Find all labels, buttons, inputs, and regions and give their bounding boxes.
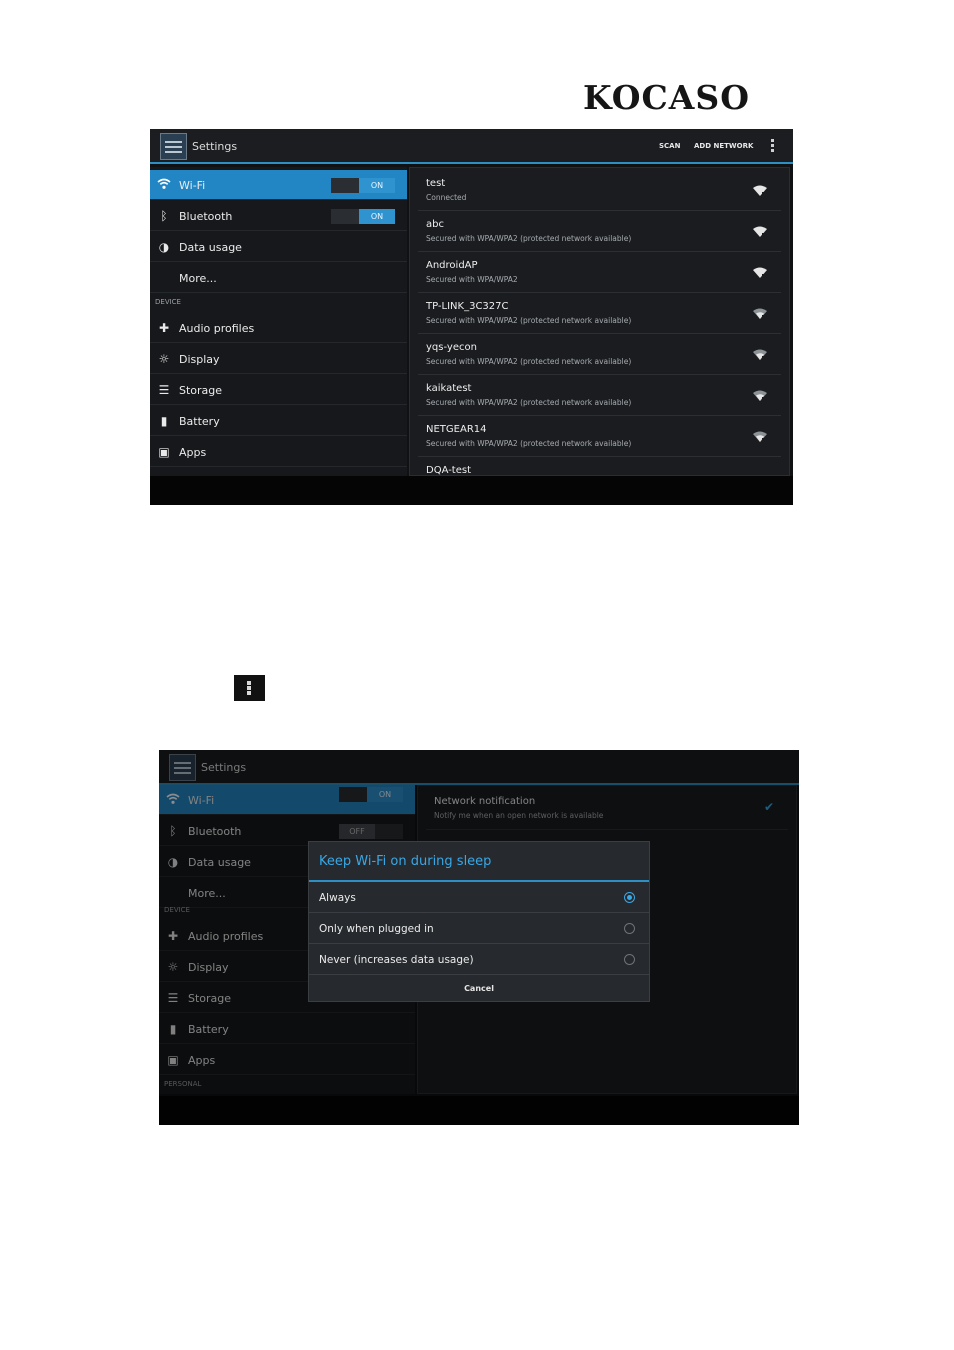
nav-item-audio-profiles[interactable]: ✚ Audio profiles: [150, 313, 407, 343]
dialog-title: Keep Wi-Fi on during sleep: [319, 854, 492, 869]
wifi-icon: [157, 178, 171, 192]
network-name: AndroidAP: [426, 260, 478, 271]
wifi-signal-lock-icon: [753, 185, 767, 196]
radio-selected-icon[interactable]: [624, 892, 635, 903]
nav-item-display[interactable]: ☼ Display: [150, 344, 407, 374]
network-item[interactable]: yqs-yecon Secured with WPA/WPA2 (protect…: [418, 334, 781, 375]
network-name: yqs-yecon: [426, 342, 477, 353]
network-name: kaikatest: [426, 383, 472, 394]
radio-unselected-icon[interactable]: [624, 923, 635, 934]
nav-item-data-usage[interactable]: ◑ Data usage: [150, 232, 407, 262]
bluetooth-icon: ᛒ: [160, 209, 168, 223]
section-header-device: DEVICE: [155, 298, 181, 306]
wifi-sleep-dialog-screenshot: Settings Wi-Fi ON ᛒ Bluetooth OFF ◑ Data…: [159, 750, 799, 1125]
dialog-option-label: Only when plugged in: [319, 923, 434, 935]
nav-label-battery: Battery: [179, 415, 220, 428]
cancel-button[interactable]: Cancel: [309, 975, 649, 1003]
data-usage-icon: ◑: [158, 240, 170, 254]
nav-label-bluetooth: Bluetooth: [179, 210, 233, 223]
network-status: Secured with WPA/WPA2 (protected network…: [426, 316, 632, 325]
network-status: Connected: [426, 193, 467, 202]
settings-nav: Wi-Fi ON ᛒ Bluetooth ON ◑ Data usage Mor…: [150, 167, 407, 476]
wifi-signal-lock-icon: [753, 431, 767, 442]
wifi-signal-lock-icon: [753, 226, 767, 237]
network-item[interactable]: kaikatest Secured with WPA/WPA2 (protect…: [418, 375, 781, 416]
nav-label-more: More...: [179, 272, 217, 285]
dialog-option-always[interactable]: Always: [309, 882, 649, 913]
network-item[interactable]: DQA-test: [418, 457, 781, 475]
dialog-option-label: Always: [319, 892, 356, 904]
wifi-signal-lock-icon: [753, 390, 767, 401]
network-name: DQA-test: [426, 465, 472, 475]
system-navigation-bar: [150, 476, 793, 505]
network-status: Secured with WPA/WPA2 (protected network…: [426, 398, 632, 407]
dialog-option-plugged-in[interactable]: Only when plugged in: [309, 913, 649, 944]
network-status: Secured with WPA/WPA2 (protected network…: [426, 234, 632, 243]
nav-item-storage[interactable]: ☰ Storage: [150, 375, 407, 405]
radio-unselected-icon[interactable]: [624, 954, 635, 965]
network-name: abc: [426, 219, 444, 230]
menu-key-icon: [234, 675, 265, 701]
wifi-signal-lock-icon: [753, 267, 767, 278]
add-network-button[interactable]: ADD NETWORK: [694, 142, 753, 150]
nav-label-storage: Storage: [179, 384, 223, 397]
battery-icon: ▮: [160, 414, 168, 428]
action-bar-title: Settings: [192, 140, 238, 153]
audio-profiles-icon: ✚: [158, 321, 170, 335]
nav-item-wifi[interactable]: Wi-Fi ON: [150, 170, 407, 200]
network-name: TP-LINK_3C327C: [426, 301, 509, 312]
network-item[interactable]: AndroidAP Secured with WPA/WPA2: [418, 252, 781, 293]
apps-icon: ▣: [158, 445, 170, 459]
network-list: test Connected abc Secured with WPA/WPA2…: [409, 167, 790, 476]
network-status: Secured with WPA/WPA2: [426, 275, 518, 284]
wifi-settings-screenshot: Settings SCAN ADD NETWORK Wi-Fi ON ᛒ Blu…: [150, 129, 793, 505]
nav-label-data-usage: Data usage: [179, 241, 242, 254]
nav-item-bluetooth[interactable]: ᛒ Bluetooth ON: [150, 201, 407, 231]
wifi-signal-lock-icon: [753, 349, 767, 360]
wifi-toggle[interactable]: ON: [331, 178, 395, 193]
network-item[interactable]: TP-LINK_3C327C Secured with WPA/WPA2 (pr…: [418, 293, 781, 334]
dialog-option-never[interactable]: Never (increases data usage): [309, 944, 649, 975]
network-name: test: [426, 178, 446, 189]
storage-icon: ☰: [158, 383, 170, 397]
network-status: Secured with WPA/WPA2 (protected network…: [426, 439, 632, 448]
bluetooth-toggle[interactable]: ON: [331, 209, 395, 224]
network-status: Secured with WPA/WPA2 (protected network…: [426, 357, 632, 366]
display-icon: ☼: [158, 352, 170, 366]
settings-app-icon[interactable]: [160, 133, 187, 160]
nav-label-wifi: Wi-Fi: [179, 179, 206, 192]
keep-wifi-on-dialog: Keep Wi-Fi on during sleep Always Only w…: [308, 841, 650, 1002]
dialog-option-label: Never (increases data usage): [319, 954, 474, 966]
action-bar: Settings SCAN ADD NETWORK: [150, 129, 793, 164]
wifi-signal-lock-icon: [753, 308, 767, 319]
network-item[interactable]: NETGEAR14 Secured with WPA/WPA2 (protect…: [418, 416, 781, 457]
kocaso-logo: KOCASO: [583, 78, 750, 117]
nav-item-more[interactable]: More...: [150, 263, 407, 293]
nav-item-battery[interactable]: ▮ Battery: [150, 406, 407, 436]
nav-label-display: Display: [179, 353, 220, 366]
nav-item-apps[interactable]: ▣ Apps: [150, 437, 407, 467]
scan-button[interactable]: SCAN: [659, 142, 680, 150]
nav-label-audio-profiles: Audio profiles: [179, 322, 255, 335]
network-item[interactable]: abc Secured with WPA/WPA2 (protected net…: [418, 211, 781, 252]
overflow-menu-icon[interactable]: [771, 139, 775, 155]
nav-label-apps: Apps: [179, 446, 207, 459]
network-name: NETGEAR14: [426, 424, 487, 435]
network-item[interactable]: test Connected: [418, 170, 781, 211]
